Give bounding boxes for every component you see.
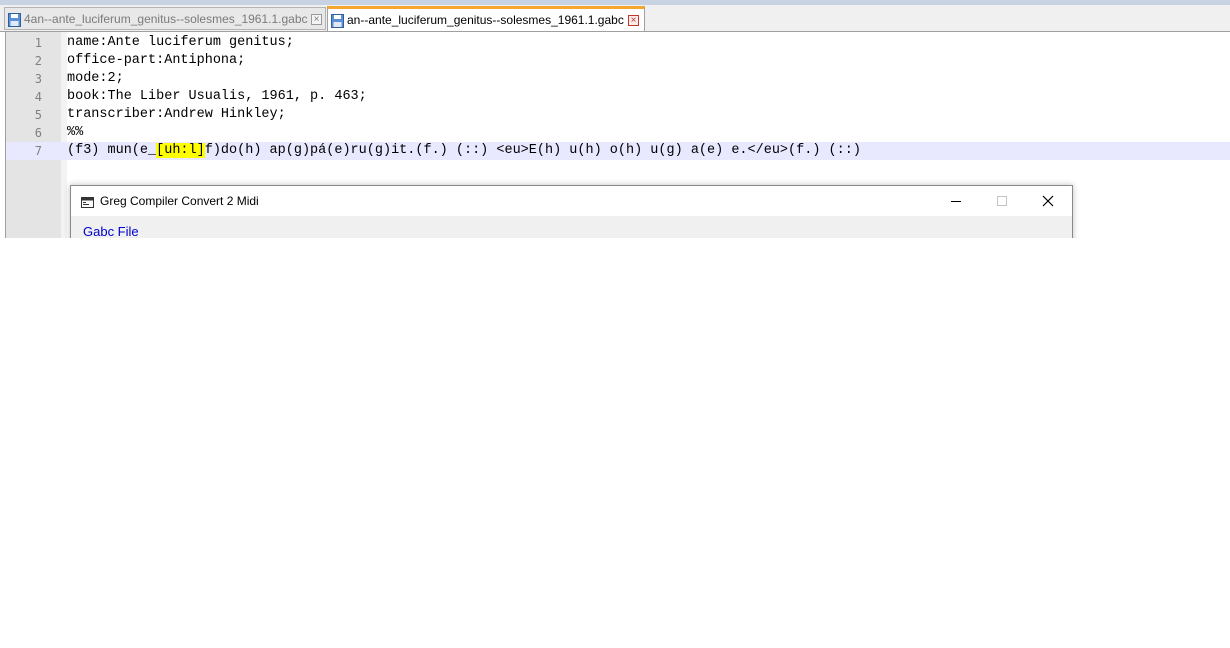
line-number: 7 — [34, 144, 42, 158]
editor-line[interactable]: 3 mode:2; — [6, 70, 1230, 88]
editor-line[interactable]: 5 transcriber:Andrew Hinkley; — [6, 106, 1230, 124]
close-tab-icon[interactable]: × — [311, 14, 322, 25]
line-number: 5 — [34, 108, 42, 122]
line-number: 4 — [34, 90, 42, 104]
tab-file-an[interactable]: an--ante_luciferum_genitus--solesmes_196… — [327, 6, 645, 31]
app-window-icon — [81, 195, 94, 208]
line-number: 2 — [34, 54, 42, 68]
code-segment: f)do(h) ap(g)pá(e)ru(g)it.(f.) (::) <eu>… — [204, 143, 861, 158]
line-text: mode:2; — [67, 71, 124, 86]
line-text: office-part:Antiphona; — [67, 53, 246, 68]
tab-file-4an[interactable]: 4an--ante_luciferum_genitus--solesmes_19… — [4, 7, 326, 30]
close-button[interactable] — [1025, 186, 1071, 216]
line-number: 1 — [34, 36, 42, 50]
floppy-save-icon — [8, 12, 21, 27]
tab-label: an--ante_luciferum_genitus--solesmes_196… — [347, 13, 624, 27]
editor-line[interactable]: 2 office-part:Antiphona; — [6, 52, 1230, 70]
code-segment: (f3) mun(e_ — [67, 143, 157, 158]
current-line[interactable]: 7 (f3) mun(e_[uh:l]f)do(h) ap(g)pá(e)ru(… — [6, 142, 1230, 160]
line-number: 6 — [34, 126, 42, 140]
close-tab-icon[interactable]: × — [628, 15, 639, 26]
gabc-file-link[interactable]: Gabc File — [83, 224, 139, 238]
maximize-button[interactable] — [979, 186, 1025, 216]
tab-bar: 4an--ante_luciferum_genitus--solesmes_19… — [0, 5, 1230, 32]
dialog-title-bar[interactable]: Greg Compiler Convert 2 Midi — [71, 186, 1072, 216]
line-number: 3 — [34, 72, 42, 86]
editor-line[interactable]: 1 name:Ante luciferum genitus; — [6, 34, 1230, 52]
line-text: %% — [67, 125, 84, 140]
floppy-save-icon — [331, 13, 344, 28]
line-text: (f3) mun(e_[uh:l]f)do(h) ap(g)pá(e)ru(g)… — [67, 142, 861, 160]
convert-dialog: Greg Compiler Convert 2 Midi Gabc File — [70, 185, 1073, 238]
line-text: name:Ante luciferum genitus; — [67, 35, 294, 50]
selection-highlight: [uh:l] — [156, 143, 205, 158]
tab-label: 4an--ante_luciferum_genitus--solesmes_19… — [24, 12, 308, 26]
line-text: book:The Liber Usualis, 1961, p. 463; — [67, 89, 367, 104]
editor-line[interactable]: 4 book:The Liber Usualis, 1961, p. 463; — [6, 88, 1230, 106]
line-text: transcriber:Andrew Hinkley; — [67, 107, 286, 122]
notepad-window: 4 an--ante_luciferum_genitus--solesmes_19… — [0, 0, 1230, 238]
editor-line[interactable]: 6 %% — [6, 124, 1230, 142]
dialog-title: Greg Compiler Convert 2 Midi — [100, 194, 259, 208]
minimize-button[interactable] — [933, 186, 979, 216]
